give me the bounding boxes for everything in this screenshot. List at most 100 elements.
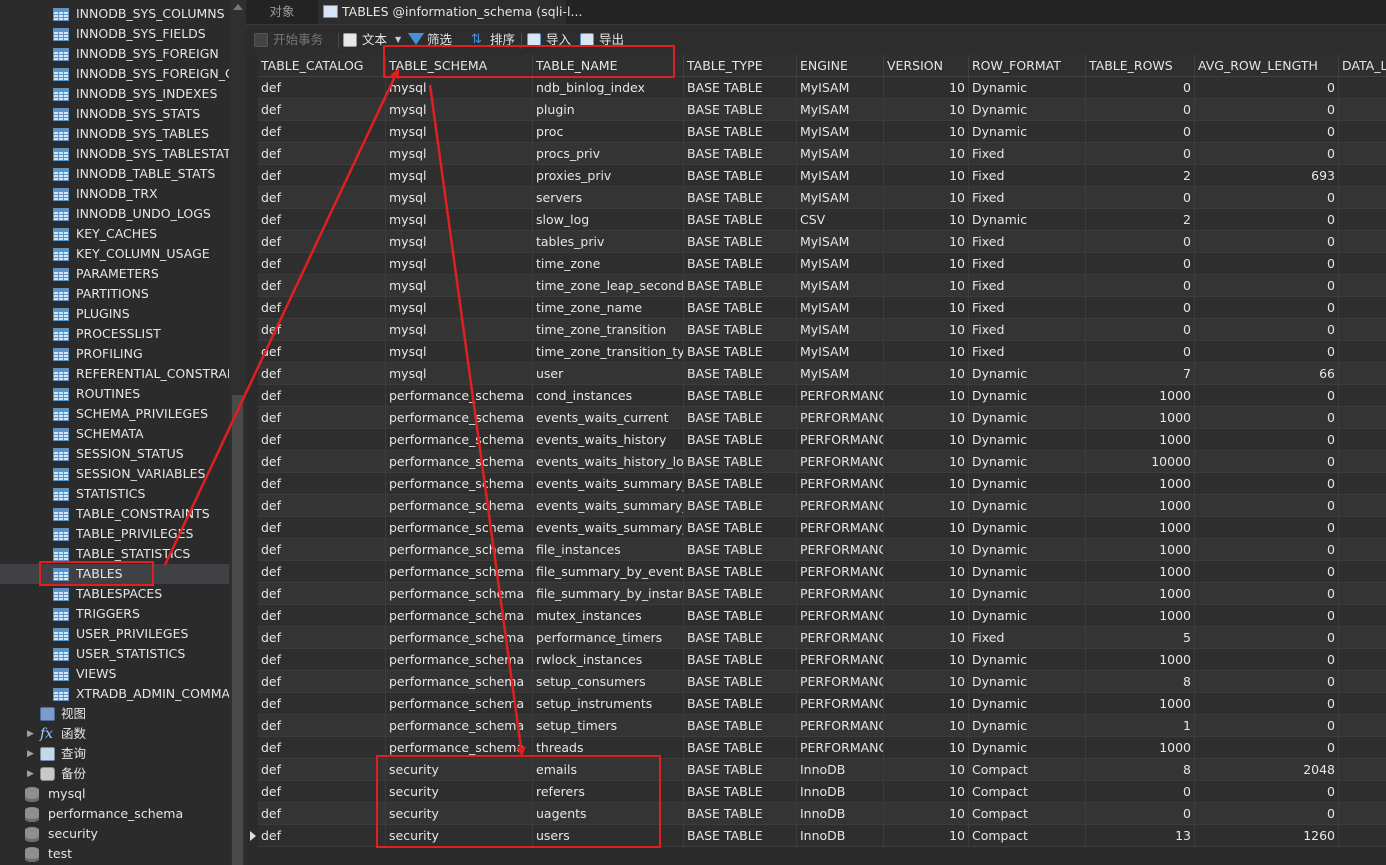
table-cell[interactable]: 10 [884, 99, 969, 121]
table-cell[interactable]: 10 [884, 517, 969, 539]
table-cell[interactable]: InnoDB [797, 759, 884, 781]
table-cell[interactable]: 10 [884, 649, 969, 671]
table-cell[interactable]: 0 [1195, 671, 1339, 693]
tree-item-table[interactable]: SESSION_VARIABLES [0, 464, 230, 484]
table-cell[interactable]: Dynamic [969, 715, 1086, 737]
tree-item-table[interactable]: PARTITIONS [0, 284, 230, 304]
begin-transaction-button[interactable]: 开始事务 [254, 30, 339, 50]
table-cell[interactable]: Fixed [969, 231, 1086, 253]
table-cell[interactable]: 0 [1195, 451, 1339, 473]
table-cell[interactable]: 10 [884, 451, 969, 473]
table-cell[interactable] [1339, 583, 1386, 605]
tree-group-view[interactable]: 视图 [0, 704, 230, 724]
table-cell[interactable]: procs_priv [533, 143, 684, 165]
tree-item-table[interactable]: TRIGGERS [0, 604, 230, 624]
table-cell[interactable]: BASE TABLE [684, 605, 797, 627]
table-cell[interactable]: MyISAM [797, 275, 884, 297]
row-selector[interactable] [246, 451, 258, 473]
row-selector[interactable] [246, 759, 258, 781]
table-cell[interactable]: performance_schema [386, 495, 533, 517]
table-cell[interactable]: mysql [386, 121, 533, 143]
table-cell[interactable] [1339, 627, 1386, 649]
table-cell[interactable]: def [258, 693, 386, 715]
tree-group-function[interactable]: ▶ fx 函数 [0, 724, 230, 744]
tree-item-table[interactable]: KEY_COLUMN_USAGE [0, 244, 230, 264]
sidebar-scrollbar[interactable] [229, 0, 246, 865]
tree-item-table[interactable]: ROUTINES [0, 384, 230, 404]
table-cell[interactable] [1339, 165, 1386, 187]
table-cell[interactable]: setup_instruments [533, 693, 684, 715]
table-cell[interactable] [1339, 671, 1386, 693]
table-cell[interactable]: mysql [386, 363, 533, 385]
table-cell[interactable] [1339, 341, 1386, 363]
table-cell[interactable]: def [258, 759, 386, 781]
tree-item-table[interactable]: INNODB_SYS_STATS [0, 104, 230, 124]
table-cell[interactable]: 10 [884, 737, 969, 759]
table-cell[interactable]: mysql [386, 99, 533, 121]
row-selector[interactable] [246, 693, 258, 715]
table-cell[interactable]: PERFORMANCE [797, 671, 884, 693]
table-cell[interactable]: 10 [884, 231, 969, 253]
table-cell[interactable]: 0 [1195, 561, 1339, 583]
table-cell[interactable]: CSV [797, 209, 884, 231]
table-cell[interactable]: 0 [1195, 77, 1339, 99]
table-cell[interactable] [1339, 451, 1386, 473]
table-cell[interactable]: PERFORMANCE [797, 385, 884, 407]
table-cell[interactable]: InnoDB [797, 781, 884, 803]
table-cell[interactable]: performance_schema [386, 517, 533, 539]
table-cell[interactable]: time_zone_leap_second [533, 275, 684, 297]
table-cell[interactable]: BASE TABLE [684, 209, 797, 231]
tree-item-table[interactable]: PARAMETERS [0, 264, 230, 284]
table-cell[interactable]: BASE TABLE [684, 473, 797, 495]
table-cell[interactable]: 1 [1086, 715, 1195, 737]
table-cell[interactable]: mysql [386, 143, 533, 165]
column-header-avg-row-length[interactable]: AVG_ROW_LENGTH [1195, 55, 1339, 77]
table-cell[interactable]: 0 [1086, 341, 1195, 363]
table-cell[interactable]: BASE TABLE [684, 825, 797, 847]
table-cell[interactable]: def [258, 429, 386, 451]
table-cell[interactable]: def [258, 825, 386, 847]
table-cell[interactable]: PERFORMANCE [797, 715, 884, 737]
tree-item-table[interactable]: USER_STATISTICS [0, 644, 230, 664]
table-cell[interactable]: events_waits_summary_by [533, 473, 684, 495]
table-cell[interactable]: performance_schema [386, 649, 533, 671]
table-cell[interactable]: mutex_instances [533, 605, 684, 627]
filter-button[interactable]: 筛选 [408, 30, 458, 50]
table-cell[interactable]: Dynamic [969, 561, 1086, 583]
table-cell[interactable]: 10 [884, 605, 969, 627]
table-cell[interactable] [1339, 781, 1386, 803]
table-cell[interactable]: cond_instances [533, 385, 684, 407]
row-selector[interactable] [246, 737, 258, 759]
table-cell[interactable]: BASE TABLE [684, 759, 797, 781]
row-selector[interactable] [246, 583, 258, 605]
table-cell[interactable]: Fixed [969, 297, 1086, 319]
table-cell[interactable]: events_waits_summary_glo [533, 517, 684, 539]
chevron-right-icon[interactable]: ▶ [27, 764, 34, 784]
tree-item-table[interactable]: INNODB_TABLE_STATS [0, 164, 230, 184]
row-selector[interactable] [246, 209, 258, 231]
table-cell[interactable]: 1000 [1086, 385, 1195, 407]
table-cell[interactable]: mysql [386, 341, 533, 363]
table-cell[interactable]: BASE TABLE [684, 561, 797, 583]
row-selector[interactable] [246, 473, 258, 495]
sidebar-scroll-thumb[interactable] [232, 395, 243, 865]
row-selector[interactable] [246, 517, 258, 539]
table-cell[interactable]: def [258, 627, 386, 649]
row-selector[interactable] [246, 781, 258, 803]
table-cell[interactable]: 10 [884, 671, 969, 693]
table-cell[interactable]: BASE TABLE [684, 495, 797, 517]
table-cell[interactable]: 2 [1086, 209, 1195, 231]
table-cell[interactable]: Compact [969, 803, 1086, 825]
table-cell[interactable]: 10 [884, 781, 969, 803]
tree-database-security[interactable]: security [0, 824, 230, 844]
table-cell[interactable]: time_zone [533, 253, 684, 275]
table-cell[interactable]: 10 [884, 121, 969, 143]
table-cell[interactable]: BASE TABLE [684, 319, 797, 341]
table-cell[interactable]: mysql [386, 275, 533, 297]
tree-item-table[interactable]: VIEWS [0, 664, 230, 684]
tree-item-table[interactable]: PROFILING [0, 344, 230, 364]
table-cell[interactable]: def [258, 363, 386, 385]
tree-item-table[interactable]: INNODB_UNDO_LOGS [0, 204, 230, 224]
table-cell[interactable]: PERFORMANCE [797, 649, 884, 671]
table-cell[interactable]: Fixed [969, 341, 1086, 363]
